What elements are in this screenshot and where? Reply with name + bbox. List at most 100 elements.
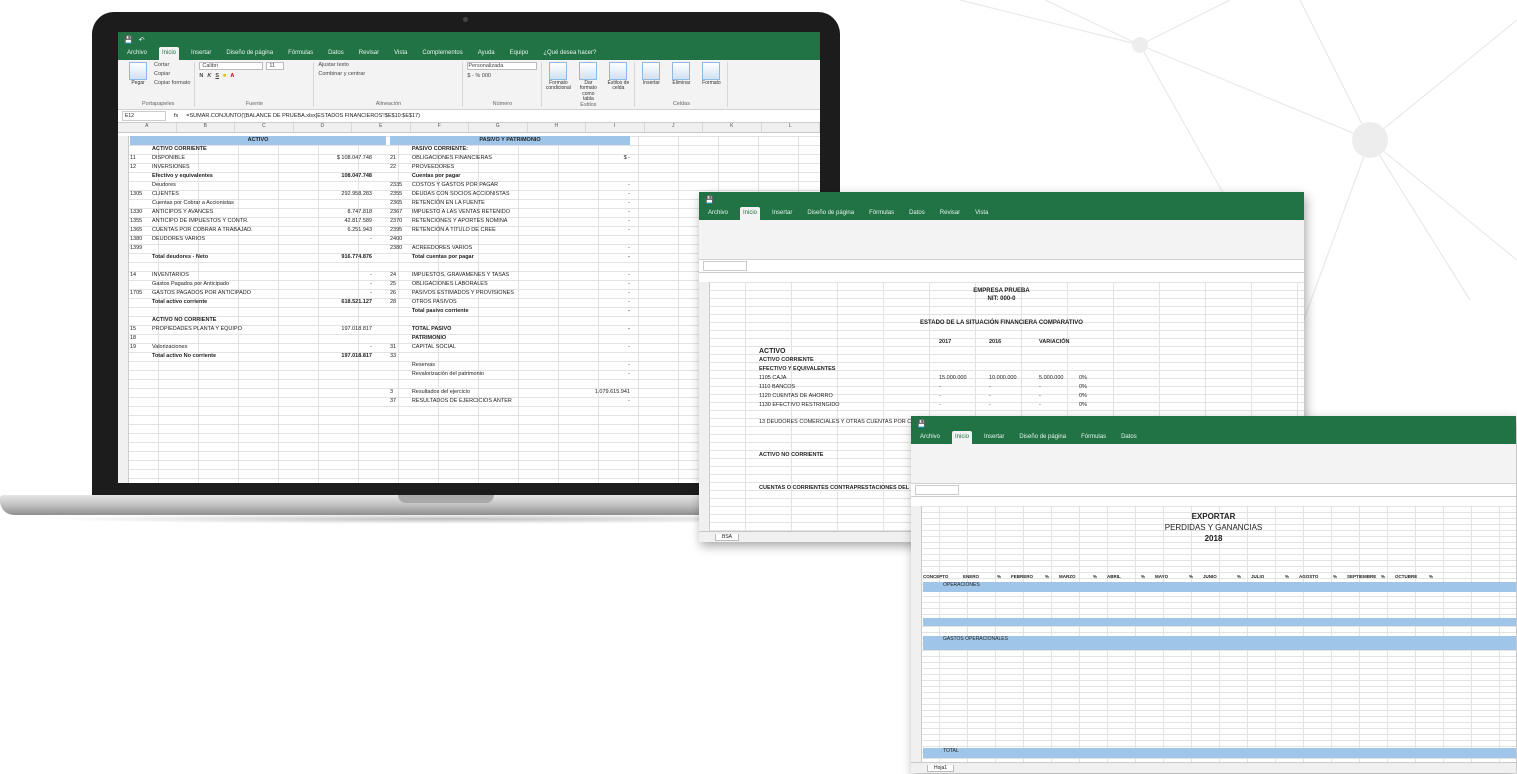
cell-styles-button[interactable]: Estilos de celda	[606, 62, 630, 102]
cell-label[interactable]: CLIENTES	[152, 190, 302, 199]
cell-label[interactable]: Efectivo y equivalentes	[152, 172, 302, 181]
cell-code[interactable]: 21	[390, 154, 412, 163]
cell-code[interactable]	[390, 307, 412, 316]
cell-value[interactable]: -	[561, 208, 630, 217]
undo-icon[interactable]: ↶	[139, 36, 145, 44]
cell-code[interactable]: 28	[390, 298, 412, 307]
col-header[interactable]: F	[411, 123, 469, 132]
tab-revisar[interactable]: Revisar	[937, 207, 963, 220]
col-header[interactable]: D	[294, 123, 352, 132]
cell-code[interactable]	[390, 145, 412, 154]
cell-label[interactable]: 1110 BANCOS	[759, 383, 939, 392]
column-header[interactable]: ENERO	[963, 572, 997, 581]
cell-value[interactable]: -	[561, 271, 630, 280]
cell-value[interactable]: -	[561, 199, 630, 208]
save-icon[interactable]: 💾	[124, 36, 133, 44]
cell-value[interactable]: -	[561, 397, 630, 406]
col-header[interactable]: C	[235, 123, 294, 132]
cell-label[interactable]: ACREEDORES VARIOS	[412, 244, 561, 253]
cell-code[interactable]	[390, 379, 412, 388]
cell-label[interactable]: Cuentas por Cobrar a Accionistas	[152, 199, 302, 208]
cell-label[interactable]: INVERSIONES	[152, 163, 302, 172]
cell-code[interactable]: 2400	[390, 235, 412, 244]
format-as-table-button[interactable]: Dar formato como tabla	[576, 62, 600, 102]
cell-label[interactable]: RETENCIÓN EN LA FUENTE	[412, 199, 561, 208]
cell-value[interactable]: -	[561, 190, 630, 199]
cell-value[interactable]	[302, 181, 372, 190]
name-box[interactable]	[703, 261, 747, 271]
tab-inicio[interactable]: Inicio	[740, 207, 761, 220]
cell-v[interactable]: -	[1039, 401, 1079, 410]
italic-icon[interactable]: K	[207, 73, 211, 79]
tell-me-search[interactable]: ¿Qué desea hacer?	[540, 47, 599, 60]
cell-value[interactable]: -	[302, 271, 372, 280]
cell-label[interactable]: Resultados del ejercicio	[412, 388, 561, 397]
cell-code[interactable]: 19	[130, 343, 152, 352]
merge-center-button[interactable]: Combinar y centrar	[318, 71, 458, 77]
cell-label[interactable]: OTROS PASIVOS	[412, 298, 561, 307]
tab-insertar[interactable]: Insertar	[188, 47, 214, 60]
cell-label[interactable]: PROVEEDORES	[412, 163, 561, 172]
col-header[interactable]: I	[586, 123, 645, 132]
cell-value[interactable]	[561, 379, 630, 388]
cell-code[interactable]: 1330	[130, 208, 152, 217]
tab-insertar[interactable]: Insertar	[981, 431, 1007, 444]
cell-label[interactable]: INVENTARIOS	[152, 271, 302, 280]
cell-label[interactable]: Total cuentas por pagar	[412, 253, 561, 262]
cell-code[interactable]: 1355	[130, 217, 152, 226]
insert-button[interactable]: Insertar	[639, 62, 663, 86]
cell-p[interactable]: 0%	[1079, 392, 1099, 401]
cell-value[interactable]	[561, 352, 630, 361]
column-header[interactable]: FEBRERO	[1011, 572, 1045, 581]
cell-value[interactable]: 1.079.615.941	[561, 388, 630, 397]
conditional-format-button[interactable]: Formato condicional	[546, 62, 571, 102]
cell-label[interactable]: CAPITAL SOCIAL	[412, 343, 561, 352]
cell-a[interactable]: 15.000.000	[939, 374, 989, 383]
column-header[interactable]: %	[1285, 572, 1299, 581]
column-header[interactable]: JUNIO	[1203, 572, 1237, 581]
cell-value[interactable]: -	[561, 298, 630, 307]
cell-label[interactable]: Total activo corriente	[152, 298, 302, 307]
cell-label[interactable]: OBLIGACIONES FINANCIERAS	[412, 154, 561, 163]
sheet-tab[interactable]: Hoja1	[927, 764, 955, 772]
cell-label[interactable]: DEUDAS CON SOCIOS ACCIONISTAS	[412, 190, 561, 199]
cell-code[interactable]: 3	[390, 388, 412, 397]
cell-label[interactable]: ACTIVO CORRIENTE	[152, 145, 302, 154]
cell-code[interactable]: 22	[390, 163, 412, 172]
cell-label[interactable]	[412, 235, 561, 244]
cell-value[interactable]: 197.018.817	[302, 352, 372, 361]
cell-value[interactable]: -	[561, 370, 630, 379]
cell-value[interactable]: -	[561, 307, 630, 316]
cell-code[interactable]: 14	[130, 271, 152, 280]
cell-code[interactable]	[130, 280, 152, 289]
cell-value[interactable]: 8.747.818	[302, 208, 372, 217]
cell-label[interactable]	[412, 316, 561, 325]
cell-value[interactable]	[302, 244, 372, 253]
cell-value[interactable]	[561, 172, 630, 181]
cell-code[interactable]: 2380	[390, 244, 412, 253]
cell-p[interactable]: 0%	[1079, 374, 1099, 383]
delete-button[interactable]: Eliminar	[669, 62, 693, 86]
cell-value[interactable]: 618.521.127	[302, 298, 372, 307]
cell-label[interactable]: GASTOS PAGADOS POR ANTICIPADO	[152, 289, 302, 298]
save-icon[interactable]: 💾	[705, 196, 714, 204]
cell-a[interactable]: -	[939, 383, 989, 392]
cell-code[interactable]: 1380	[130, 235, 152, 244]
cell-value[interactable]: -	[561, 280, 630, 289]
cell-label[interactable]: Reservas	[412, 361, 561, 370]
cell-label[interactable]	[152, 262, 302, 271]
copy-button[interactable]: Copiar	[154, 71, 190, 77]
cell-v[interactable]: -	[1039, 383, 1079, 392]
cell-code[interactable]: 1399	[130, 244, 152, 253]
tab-vista[interactable]: Vista	[391, 47, 410, 60]
cell-v[interactable]: 5.000.000	[1039, 374, 1079, 383]
cell-code[interactable]: 15	[130, 325, 152, 334]
cell-value[interactable]	[561, 145, 630, 154]
cell-b[interactable]: -	[989, 401, 1039, 410]
cell-code[interactable]	[390, 253, 412, 262]
cell-code[interactable]: 2370	[390, 217, 412, 226]
column-header[interactable]: OCTUBRE	[1395, 572, 1429, 581]
column-header[interactable]: %	[1429, 572, 1443, 581]
cell-value[interactable]: 916.774.876	[302, 253, 372, 262]
cell-code[interactable]	[390, 316, 412, 325]
